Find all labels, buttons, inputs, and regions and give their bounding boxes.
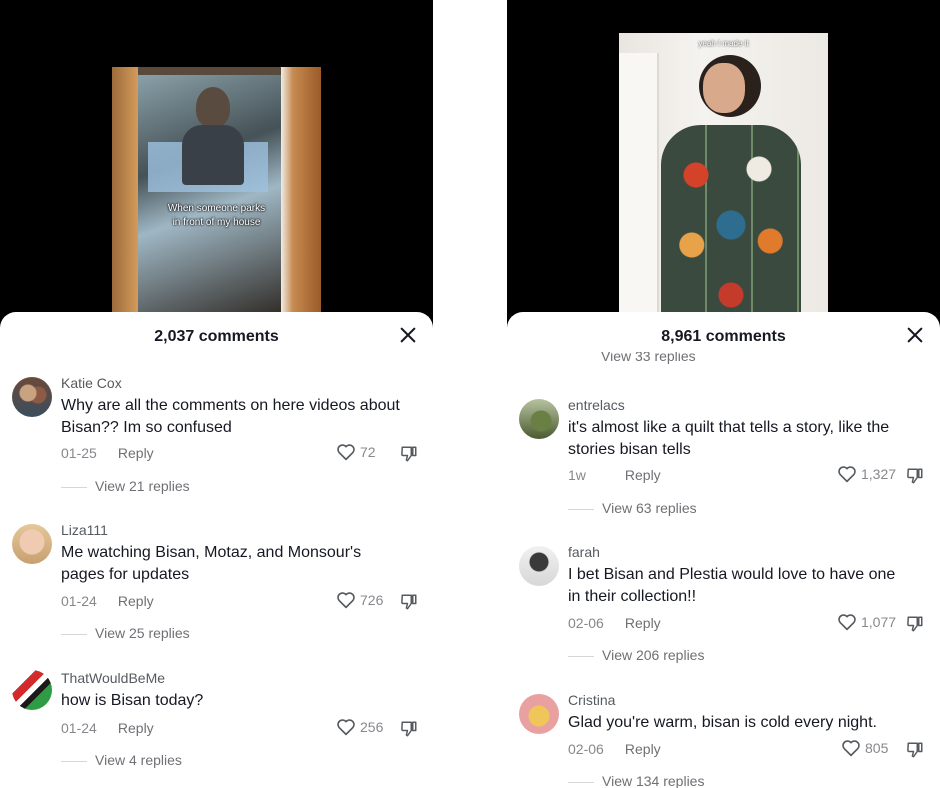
like-button[interactable]: 805	[841, 739, 888, 757]
person-face	[703, 63, 745, 113]
comment-username[interactable]: entrelacs	[568, 397, 625, 413]
thumbs-down-icon[interactable]	[400, 720, 418, 738]
view-replies-button[interactable]: View 206 replies	[568, 647, 704, 663]
reply-button[interactable]: Reply	[118, 593, 154, 609]
video-frame: yeah I made it	[619, 33, 828, 317]
video-caption-line: When someone parks	[167, 203, 266, 214]
reply-button[interactable]: Reply	[118, 445, 154, 461]
like-button[interactable]: 72	[336, 443, 376, 461]
heart-outline-icon	[838, 614, 856, 631]
thumbs-down-icon[interactable]	[400, 593, 418, 611]
comment-username[interactable]: Cristina	[568, 692, 615, 708]
door	[619, 53, 659, 317]
comment-meta: 1w Reply	[568, 467, 661, 483]
avatar[interactable]	[12, 670, 52, 710]
comment-date: 01-25	[61, 445, 97, 461]
comment-text: Why are all the comments on here videos …	[61, 397, 400, 436]
comment-text: it's almost like a quilt that tells a st…	[568, 419, 890, 458]
avatar[interactable]	[519, 546, 559, 586]
like-button[interactable]: 1,077	[837, 613, 896, 631]
view-replies-button[interactable]: View 63 replies	[568, 500, 697, 516]
thumbs-down-icon[interactable]	[400, 445, 418, 463]
view-replies-button[interactable]: View 21 replies	[61, 478, 190, 494]
comment-meta: 02-06 Reply	[568, 741, 661, 757]
heart-outline-icon	[337, 444, 355, 461]
comment-date: 01-24	[61, 720, 97, 736]
comment-text: Me watching Bisan, Motaz, and Monsour's …	[61, 544, 362, 583]
comments-sheet: 2,037 comments Katie Cox Why are all the…	[0, 312, 433, 788]
comment-text: Glad you're warm, bisan is cold every ni…	[568, 714, 877, 731]
like-count: 805	[865, 740, 889, 756]
person-head	[196, 87, 230, 127]
like-count: 726	[360, 592, 384, 608]
avatar[interactable]	[12, 377, 52, 417]
video-caption: yeah I made it	[698, 39, 749, 48]
video-caption: When someone parks in front of my house	[112, 202, 321, 230]
view-replies-button[interactable]: View 4 replies	[61, 752, 182, 768]
reply-button[interactable]: Reply	[118, 720, 154, 736]
avatar[interactable]	[519, 399, 559, 439]
heart-outline-icon	[842, 740, 860, 757]
right-comments-panel: yeah I made it 8,961 comments View 33 re…	[507, 0, 940, 788]
video-frame: When someone parks in front of my house	[112, 67, 321, 317]
heart-outline-icon	[838, 466, 856, 483]
video-player[interactable]: When someone parks in front of my house	[0, 0, 433, 330]
comment-date: 01-24	[61, 593, 97, 609]
thumbs-down-icon[interactable]	[906, 741, 924, 759]
comment-username[interactable]: Katie Cox	[61, 375, 122, 391]
comment-username[interactable]: farah	[568, 544, 600, 560]
comment-meta: 01-24 Reply	[61, 593, 154, 609]
window-frame-right	[281, 67, 321, 317]
like-button[interactable]: 256	[336, 718, 383, 736]
like-button[interactable]: 726	[336, 591, 383, 609]
video-caption-line: in front of my house	[172, 217, 261, 228]
window-frame-left	[112, 67, 138, 317]
like-count: 1,327	[861, 466, 897, 482]
view-replies-button[interactable]: View 134 replies	[568, 773, 704, 788]
avatar[interactable]	[519, 694, 559, 734]
left-comments-panel: When someone parks in front of my house …	[0, 0, 433, 788]
heart-outline-icon	[337, 719, 355, 736]
comments-sheet: 8,961 comments View 33 replies entrelacs…	[507, 312, 940, 788]
view-replies-button[interactable]: View 33 replies	[601, 352, 696, 364]
like-count: 1,077	[861, 614, 897, 630]
video-player[interactable]: yeah I made it	[507, 0, 940, 330]
comment-date: 1w	[568, 467, 586, 483]
reply-button[interactable]: Reply	[625, 741, 661, 757]
like-count: 256	[360, 719, 384, 735]
thumbs-down-icon[interactable]	[906, 467, 924, 485]
comment-text: I bet Bisan and Plestia would love to ha…	[568, 566, 896, 605]
heart-outline-icon	[337, 592, 355, 609]
comment-username[interactable]: Liza111	[61, 522, 108, 538]
comment-date: 02-06	[568, 741, 604, 757]
comment-list[interactable]: Katie Cox Why are all the comments on he…	[0, 312, 433, 788]
avatar[interactable]	[12, 524, 52, 564]
comment-meta: 02-06 Reply	[568, 615, 661, 631]
comment-meta: 01-24 Reply	[61, 720, 154, 736]
person-body	[182, 125, 244, 185]
like-count: 72	[360, 444, 376, 460]
view-replies-button[interactable]: View 25 replies	[61, 625, 190, 641]
thumbs-down-icon[interactable]	[906, 615, 924, 633]
comment-username[interactable]: ThatWouldBeMe	[61, 670, 165, 686]
reply-button[interactable]: Reply	[625, 615, 661, 631]
comment-list[interactable]: View 33 replies entrelacs it's almost li…	[507, 312, 940, 788]
comment-date: 02-06	[568, 615, 604, 631]
comment-meta: 01-25 Reply	[61, 445, 154, 461]
like-button[interactable]: 1,327	[837, 465, 896, 483]
reply-button[interactable]: Reply	[625, 467, 661, 483]
comment-text: how is Bisan today?	[61, 692, 204, 709]
crochet-sweater	[661, 125, 801, 317]
